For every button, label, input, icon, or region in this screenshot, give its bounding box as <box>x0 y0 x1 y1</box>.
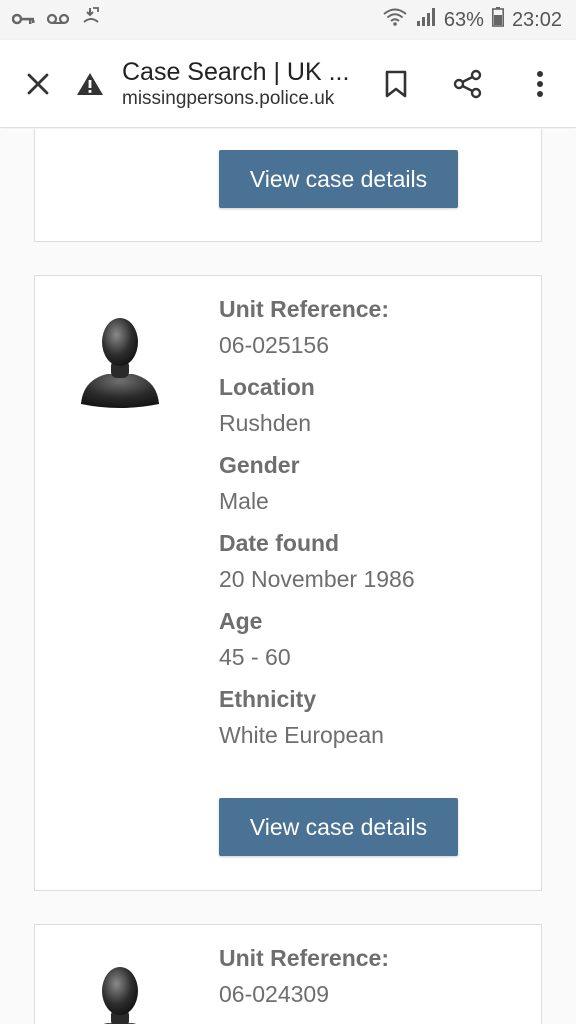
field-value-age: 45 - 60 <box>219 644 291 670</box>
key-icon <box>11 9 36 32</box>
close-icon <box>27 73 49 94</box>
field-label-unit-reference: Unit Reference: <box>219 945 389 971</box>
view-case-details-button[interactable]: View case details <box>219 798 458 856</box>
share-icon <box>453 69 482 98</box>
signal-icon <box>416 7 436 33</box>
field-value-location: Rushden <box>219 410 312 436</box>
field-label-date-found: Date found <box>219 530 340 556</box>
case-card: Unit Reference: 06-025156 Location Rushd… <box>34 275 542 891</box>
case-fields: Unit Reference: 06-024309 <box>219 943 529 1021</box>
share-button[interactable] <box>432 40 504 128</box>
custom-tab-toolbar: Case Search | UK ... missingpersons.poli… <box>0 40 576 128</box>
case-card: View case details <box>34 129 542 242</box>
view-case-details-button[interactable]: View case details <box>219 150 458 208</box>
field-value-ethnicity: White European <box>219 722 384 748</box>
page-title: Case Search | UK ... <box>122 57 350 86</box>
status-right: 63% 23:02 <box>382 7 562 33</box>
field-label-gender: Gender <box>219 452 300 478</box>
field-value-date-found: 20 November 1986 <box>219 566 415 592</box>
voicemail-icon <box>46 9 70 32</box>
person-silhouette-icon <box>77 314 163 410</box>
status-bar: 63% 23:02 <box>0 0 576 40</box>
more-icon <box>537 70 543 97</box>
person-silhouette-icon <box>77 963 163 1024</box>
status-left <box>11 6 102 34</box>
page-content[interactable]: View case details Unit Reference: 06-025… <box>0 129 576 1024</box>
battery-icon <box>491 7 504 33</box>
field-value-unit-reference: 06-024309 <box>219 981 329 1007</box>
case-card: Unit Reference: 06-024309 <box>34 924 542 1024</box>
wifi-icon <box>382 7 408 33</box>
bookmark-button[interactable] <box>360 40 432 128</box>
security-warning-button[interactable] <box>76 72 116 96</box>
field-label-unit-reference: Unit Reference: <box>219 296 389 322</box>
field-label-ethnicity: Ethnicity <box>219 686 317 712</box>
battery-percent: 63% <box>443 8 484 31</box>
page-url: missingpersons.police.uk <box>122 87 335 109</box>
field-value-gender: Male <box>219 488 269 514</box>
more-options-button[interactable] <box>504 40 576 128</box>
field-value-unit-reference: 06-025156 <box>219 332 329 358</box>
case-fields: Unit Reference: 06-025156 Location Rushd… <box>219 294 529 762</box>
title-block[interactable]: Case Search | UK ... missingpersons.poli… <box>116 57 360 111</box>
field-label-location: Location <box>219 374 315 400</box>
call-forward-icon <box>80 6 102 34</box>
close-button[interactable] <box>0 40 76 128</box>
bookmark-icon <box>385 70 407 97</box>
warning-icon <box>77 72 103 95</box>
field-label-age: Age <box>219 608 263 634</box>
clock: 23:02 <box>511 8 562 31</box>
